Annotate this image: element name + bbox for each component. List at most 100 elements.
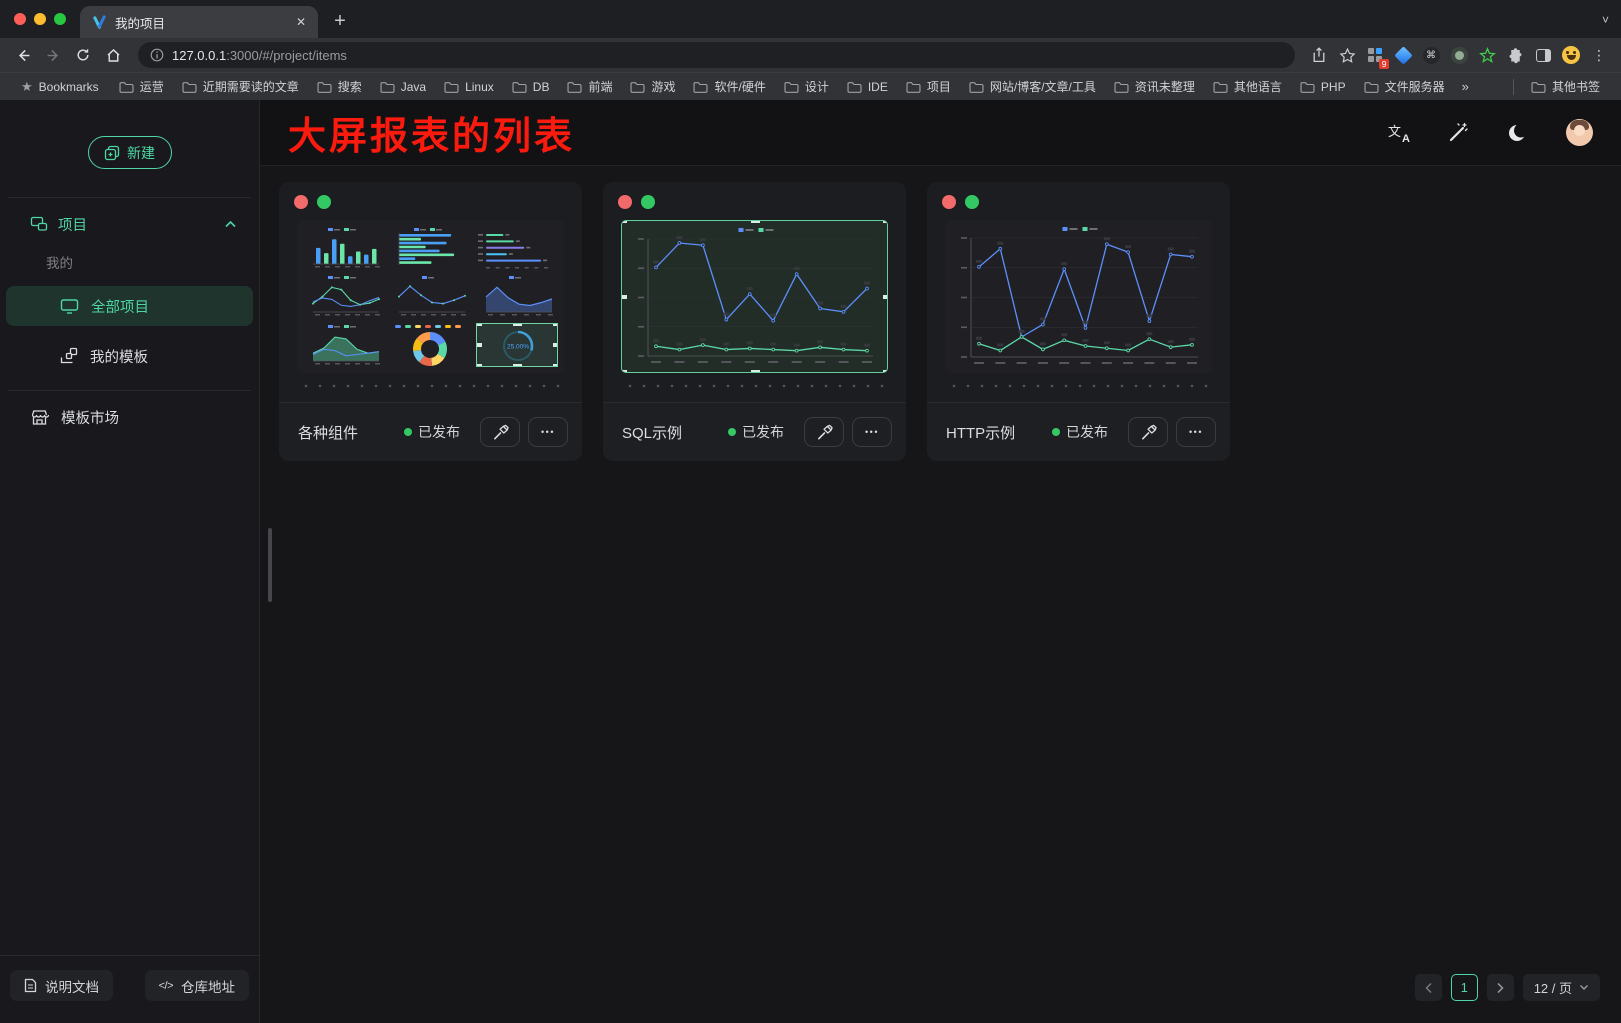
selection-handle[interactable]: [553, 343, 558, 347]
bookmark-folder[interactable]: 文件服务器: [1355, 78, 1454, 95]
edit-project-button[interactable]: [804, 417, 844, 447]
forward-button[interactable]: [40, 42, 66, 68]
extension-grid-icon[interactable]: 9: [1363, 43, 1387, 67]
selection-handle[interactable]: [513, 323, 522, 326]
project-card[interactable]: HTTP示例 已发布: [927, 182, 1230, 461]
bookmark-folder[interactable]: 游戏: [621, 78, 684, 95]
sidebar-item-all-projects[interactable]: 全部项目: [6, 286, 253, 326]
address-bar[interactable]: 127.0.0.1:3000/#/project/items: [138, 42, 1295, 68]
extension-command-icon[interactable]: ⌘: [1419, 43, 1443, 67]
edit-project-button[interactable]: [1128, 417, 1168, 447]
scrollbar-thumb[interactable]: [268, 528, 272, 602]
bookmark-folder-label: 运营: [140, 78, 164, 95]
next-page-button[interactable]: [1487, 974, 1514, 1001]
extension-green-star-icon[interactable]: [1475, 43, 1499, 67]
browser-menu-button[interactable]: ⋮: [1587, 43, 1611, 67]
create-project-button[interactable]: 新建: [88, 136, 172, 169]
project-thumbnail[interactable]: [945, 220, 1212, 373]
selection-handle[interactable]: [883, 220, 888, 223]
more-actions-button[interactable]: •••: [1176, 417, 1216, 447]
svg-text:25.00%: 25.00%: [507, 343, 529, 350]
more-actions-button[interactable]: •••: [528, 417, 568, 447]
bookmark-folder[interactable]: 其他语言: [1204, 78, 1291, 95]
theme-wand-button[interactable]: [1446, 121, 1470, 145]
selection-handle[interactable]: [476, 323, 482, 326]
sidebar-item-template-market[interactable]: 模板市场: [0, 391, 259, 443]
user-avatar[interactable]: [1566, 119, 1593, 146]
home-button[interactable]: [100, 42, 126, 68]
other-bookmarks-folder[interactable]: 其他书签: [1522, 78, 1609, 95]
repo-button[interactable]: </> 仓库地址: [145, 970, 249, 1001]
chevron-down-icon: [1579, 984, 1589, 991]
minimize-window-button[interactable]: [34, 13, 46, 25]
sidebar-section-projects[interactable]: 项目: [0, 198, 259, 250]
bookmark-folder[interactable]: 搜索: [308, 78, 371, 95]
bookmark-folder[interactable]: 设计: [775, 78, 838, 95]
bookmark-folder[interactable]: 项目: [897, 78, 960, 95]
bookmark-folder[interactable]: PHP: [1291, 80, 1355, 94]
bookmark-folder[interactable]: DB: [503, 80, 559, 94]
chevron-up-icon[interactable]: [224, 220, 237, 229]
docs-button[interactable]: 说明文档: [10, 970, 113, 1001]
bookmarks-manager-item[interactable]: ★ Bookmarks: [12, 79, 108, 95]
status-badge: 已发布: [404, 422, 460, 442]
zoom-window-button[interactable]: [54, 13, 66, 25]
sidebar-item-my-templates[interactable]: 我的模板: [6, 336, 253, 376]
bookmark-folder[interactable]: Linux: [435, 80, 503, 94]
bookmark-folder[interactable]: 运营: [110, 78, 173, 95]
star-icon: ★: [21, 79, 33, 95]
bookmark-folder[interactable]: 软件/硬件: [684, 78, 774, 95]
reload-button[interactable]: [70, 42, 96, 68]
tab-search-chevron-icon[interactable]: ˅: [1602, 13, 1609, 27]
selection-handle[interactable]: [513, 364, 522, 367]
prev-page-button[interactable]: [1415, 974, 1442, 1001]
new-tab-button[interactable]: +: [326, 7, 354, 35]
selection-handle[interactable]: [883, 370, 888, 373]
selection-handle[interactable]: [476, 364, 482, 367]
selection-handle[interactable]: [553, 364, 558, 367]
bookmark-folder[interactable]: Java: [371, 80, 435, 94]
selection-handle[interactable]: [751, 370, 760, 373]
selection-handle[interactable]: [621, 220, 627, 223]
selection-handle[interactable]: [751, 220, 760, 223]
project-thumbnail-selected[interactable]: [621, 220, 888, 373]
project-card[interactable]: SQL示例 已发布: [603, 182, 906, 461]
bookmark-folder[interactable]: 资讯未整理: [1105, 78, 1204, 95]
tab-my-projects[interactable]: 我的项目 ✕: [80, 6, 318, 38]
page-size-select[interactable]: 12 / 页: [1523, 974, 1600, 1001]
back-button[interactable]: [10, 42, 36, 68]
bookmark-folder[interactable]: IDE: [838, 80, 897, 94]
more-actions-button[interactable]: •••: [852, 417, 892, 447]
dotted-divider: [621, 384, 888, 388]
language-toggle-button[interactable]: 文 A: [1388, 123, 1410, 143]
selection-handle[interactable]: [476, 343, 482, 347]
project-thumbnail[interactable]: 25.00%: [297, 220, 564, 373]
site-info-icon[interactable]: [150, 48, 164, 62]
status-dot-icon: [404, 428, 412, 436]
status-label: 已发布: [418, 422, 460, 442]
share-button[interactable]: [1307, 43, 1331, 67]
bookmarks-overflow-button[interactable]: »: [1456, 79, 1475, 94]
bookmark-folder[interactable]: 近期需要读的文章: [173, 78, 308, 95]
bookmark-folder[interactable]: 网站/博客/文章/工具: [960, 78, 1105, 95]
selection-handle[interactable]: [621, 370, 627, 373]
tab-close-icon[interactable]: ✕: [296, 15, 306, 29]
page-number-button[interactable]: 1: [1451, 974, 1478, 1001]
selection-handle[interactable]: [883, 295, 888, 299]
mini-progress-ring: 25.00%: [476, 323, 558, 367]
selection-handle[interactable]: [621, 295, 627, 299]
extension-olive-icon[interactable]: [1447, 43, 1471, 67]
close-window-button[interactable]: [14, 13, 26, 25]
side-panel-button[interactable]: [1531, 43, 1555, 67]
bookmark-folder[interactable]: 前端: [558, 78, 621, 95]
create-project-label: 新建: [127, 143, 155, 163]
selection-handle[interactable]: [553, 323, 558, 326]
dark-mode-button[interactable]: [1506, 121, 1530, 145]
project-card[interactable]: 25.00% 各种组件 已发布: [279, 182, 582, 461]
bookmark-star-button[interactable]: [1335, 43, 1359, 67]
extension-gem-icon[interactable]: [1391, 43, 1415, 67]
red-dot-icon: [618, 195, 632, 209]
edit-project-button[interactable]: [480, 417, 520, 447]
profile-avatar-icon[interactable]: [1559, 43, 1583, 67]
extensions-puzzle-button[interactable]: [1503, 43, 1527, 67]
